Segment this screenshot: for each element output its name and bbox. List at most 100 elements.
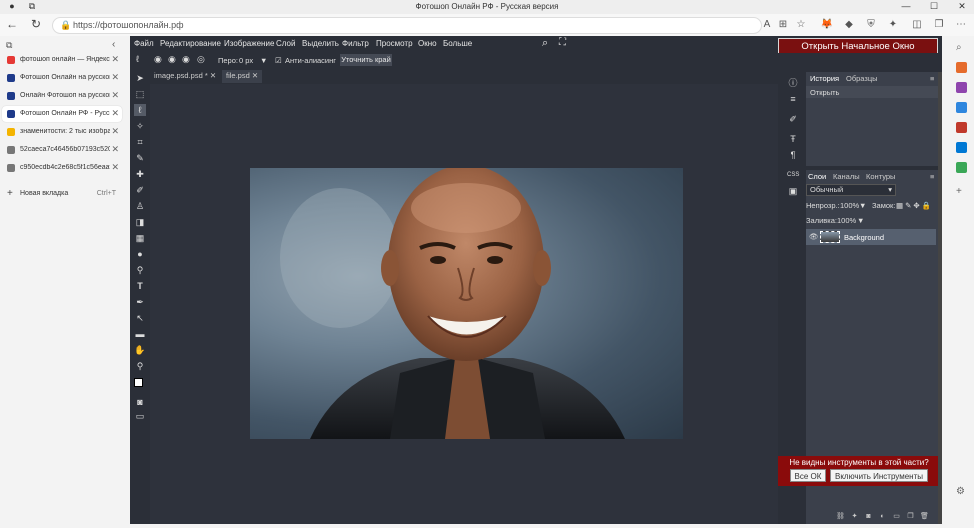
marquee-tool-icon[interactable]: ⬚ [134,88,146,100]
close-window-icon[interactable]: ✕ [954,1,970,12]
menu-image[interactable]: Изображение [224,39,274,48]
app-available-icon[interactable]: ⊞ [776,18,790,32]
menu-view[interactable]: Просмотр [376,39,413,48]
close-tab-icon[interactable]: ✕ [111,162,119,173]
add-sidebar-icon[interactable]: + [956,186,967,197]
new-tab-button[interactable]: + Новая вкладка Ctrl+T [2,186,122,202]
extension-fox-icon[interactable]: 🦊 [820,18,834,32]
tab-layers[interactable]: Слои [808,172,826,181]
tab-paths[interactable]: Контуры [866,172,895,181]
sidebar-settings-icon[interactable]: ⚙ [956,486,967,497]
layer-row[interactable]: 👁 Background [806,229,936,245]
feather-dropdown-icon[interactable]: ▼ [260,56,267,65]
clone-stamp-icon[interactable]: ♙ [134,200,146,212]
history-panel-menu-icon[interactable]: ≡ [930,74,934,83]
properties-icon[interactable]: ≡ [787,93,799,105]
extensions-puzzle-icon[interactable]: ✦ [886,18,900,32]
doc-tab-file[interactable]: file.psd ✕ [222,70,263,83]
reload-icon[interactable]: ↻ [28,17,44,31]
magic-wand-icon[interactable]: ✧ [134,120,146,132]
tab-channels[interactable]: Каналы [833,172,860,181]
canvas-area[interactable] [150,84,778,524]
browser-tab[interactable]: Фотошоп Онлайн на русском ре✕ [2,70,122,86]
css-icon[interactable]: CSS [787,169,799,181]
extension-shield-icon[interactable]: ⛨ [864,18,878,32]
gradient-tool-icon[interactable]: ▦ [134,232,146,244]
paragraph-icon[interactable]: ¶ [787,149,799,161]
eye-visibility-icon[interactable]: 👁 [809,232,819,241]
antialias-checkbox[interactable]: ☑ [275,56,282,65]
color-swatches-icon[interactable] [134,378,146,390]
shape-tool-icon[interactable]: ▬ [134,328,146,340]
tab-history[interactable]: История [810,74,839,83]
zoom-tool-icon[interactable]: ⚲ [134,360,146,372]
brush-tool-icon[interactable]: ✐ [134,184,146,196]
browser-tab[interactable]: c950ecdb4c2e68c5f1c56eaaf35f✕ [2,160,122,176]
eraser-tool-icon[interactable]: ◨ [134,216,146,228]
tab-swatches[interactable]: Образцы [846,74,878,83]
extension-icon[interactable]: ◆ [842,18,856,32]
browser-tab[interactable]: знаменитости: 2 тыс изображен✕ [2,124,122,140]
tools-icon[interactable] [956,82,967,93]
search-icon[interactable]: ⌕ [542,37,548,50]
fill-input[interactable]: 100% [837,216,856,225]
blend-mode-select[interactable]: Обычный ▾ [806,184,896,196]
opacity-input[interactable]: 100% [840,201,859,210]
layer-effects-icon[interactable]: ✦ [850,512,859,521]
menu-window[interactable]: Окно [418,39,437,48]
split-screen-icon[interactable]: ◫ [910,18,924,32]
crop-tool-icon[interactable]: ⌗ [134,136,146,148]
path-select-icon[interactable]: ↖ [134,312,146,324]
panel-scrollbar[interactable] [938,72,942,524]
link-layers-icon[interactable]: ⛓ [836,512,845,521]
brush-panel-icon[interactable]: ✐ [787,113,799,125]
character-icon[interactable]: Ŧ [787,133,799,145]
eyedropper-icon[interactable]: ✎ [134,152,146,164]
collapse-sidebar-icon[interactable]: ‹ [112,39,115,50]
layer-mask-icon[interactable]: ◙ [864,512,873,521]
back-icon[interactable]: ← [4,17,20,31]
fill-dropdown-icon[interactable]: ▼ [857,216,864,225]
refine-edge-button[interactable]: Уточнить край [340,54,392,66]
quick-mask-icon[interactable]: ◙ [134,396,146,408]
selection-subtract-icon[interactable]: ◉ [182,54,190,65]
collections-icon[interactable]: ❐ [932,18,946,32]
close-tab-icon[interactable]: ✕ [111,126,119,137]
drop-icon[interactable] [956,162,967,173]
adjustment-layer-icon[interactable]: ◐ [878,512,887,521]
close-tab-icon[interactable]: ✕ [111,108,119,119]
enable-tools-button[interactable]: Включить Инструменты [830,469,928,482]
favorite-star-icon[interactable]: ☆ [794,18,808,32]
shopping-icon[interactable] [956,62,967,73]
new-layer-icon[interactable]: ❐ [906,512,915,521]
blur-tool-icon[interactable]: ● [134,248,146,260]
screen-mode-icon[interactable]: ▭ [134,410,146,422]
image-panel-icon[interactable]: ▣ [787,185,799,197]
minimize-icon[interactable]: — [898,1,914,11]
outlook-icon[interactable] [956,142,967,153]
close-tab-icon[interactable]: ✕ [111,144,119,155]
close-tab-icon[interactable]: ✕ [111,72,119,83]
browser-tab[interactable]: 52caeca7c46456b07193c5202cc✕ [2,142,122,158]
doc-tab-image[interactable]: image.psd.psd * ✕ [150,70,220,83]
office-icon[interactable] [956,122,967,133]
more-menu-icon[interactable]: ⋯ [954,18,968,32]
lasso-tool-icon[interactable]: ℓ [136,54,139,64]
feather-input[interactable]: 0 px [239,56,253,65]
history-item[interactable]: Открыть [806,86,938,98]
tab-actions-icon[interactable]: ⧉ [6,40,12,51]
lock-options-icon[interactable]: ▦✎✥🔒 [896,201,933,210]
search-sidebar-icon[interactable]: ⌕ [956,42,967,53]
new-group-icon[interactable]: ▭ [892,512,901,521]
close-tab-icon[interactable]: ✕ [111,90,119,101]
hand-tool-icon[interactable]: ✋ [134,344,146,356]
browser-tab[interactable]: Онлайн Фотошоп на русском бе✕ [2,88,122,104]
menu-edit[interactable]: Редактирование [160,39,221,48]
lasso-tool-icon[interactable]: ℓ [134,104,146,116]
selection-new-icon[interactable]: ◉ [154,54,162,65]
all-ok-button[interactable]: Все ОК [790,469,826,482]
url-field[interactable]: 🔒 https://фотошопонлайн.рф [52,17,762,34]
info-icon[interactable]: ⓘ [787,77,799,89]
pen-tool-icon[interactable]: ✒ [134,296,146,308]
fullscreen-icon[interactable]: ⛶ [559,37,566,48]
